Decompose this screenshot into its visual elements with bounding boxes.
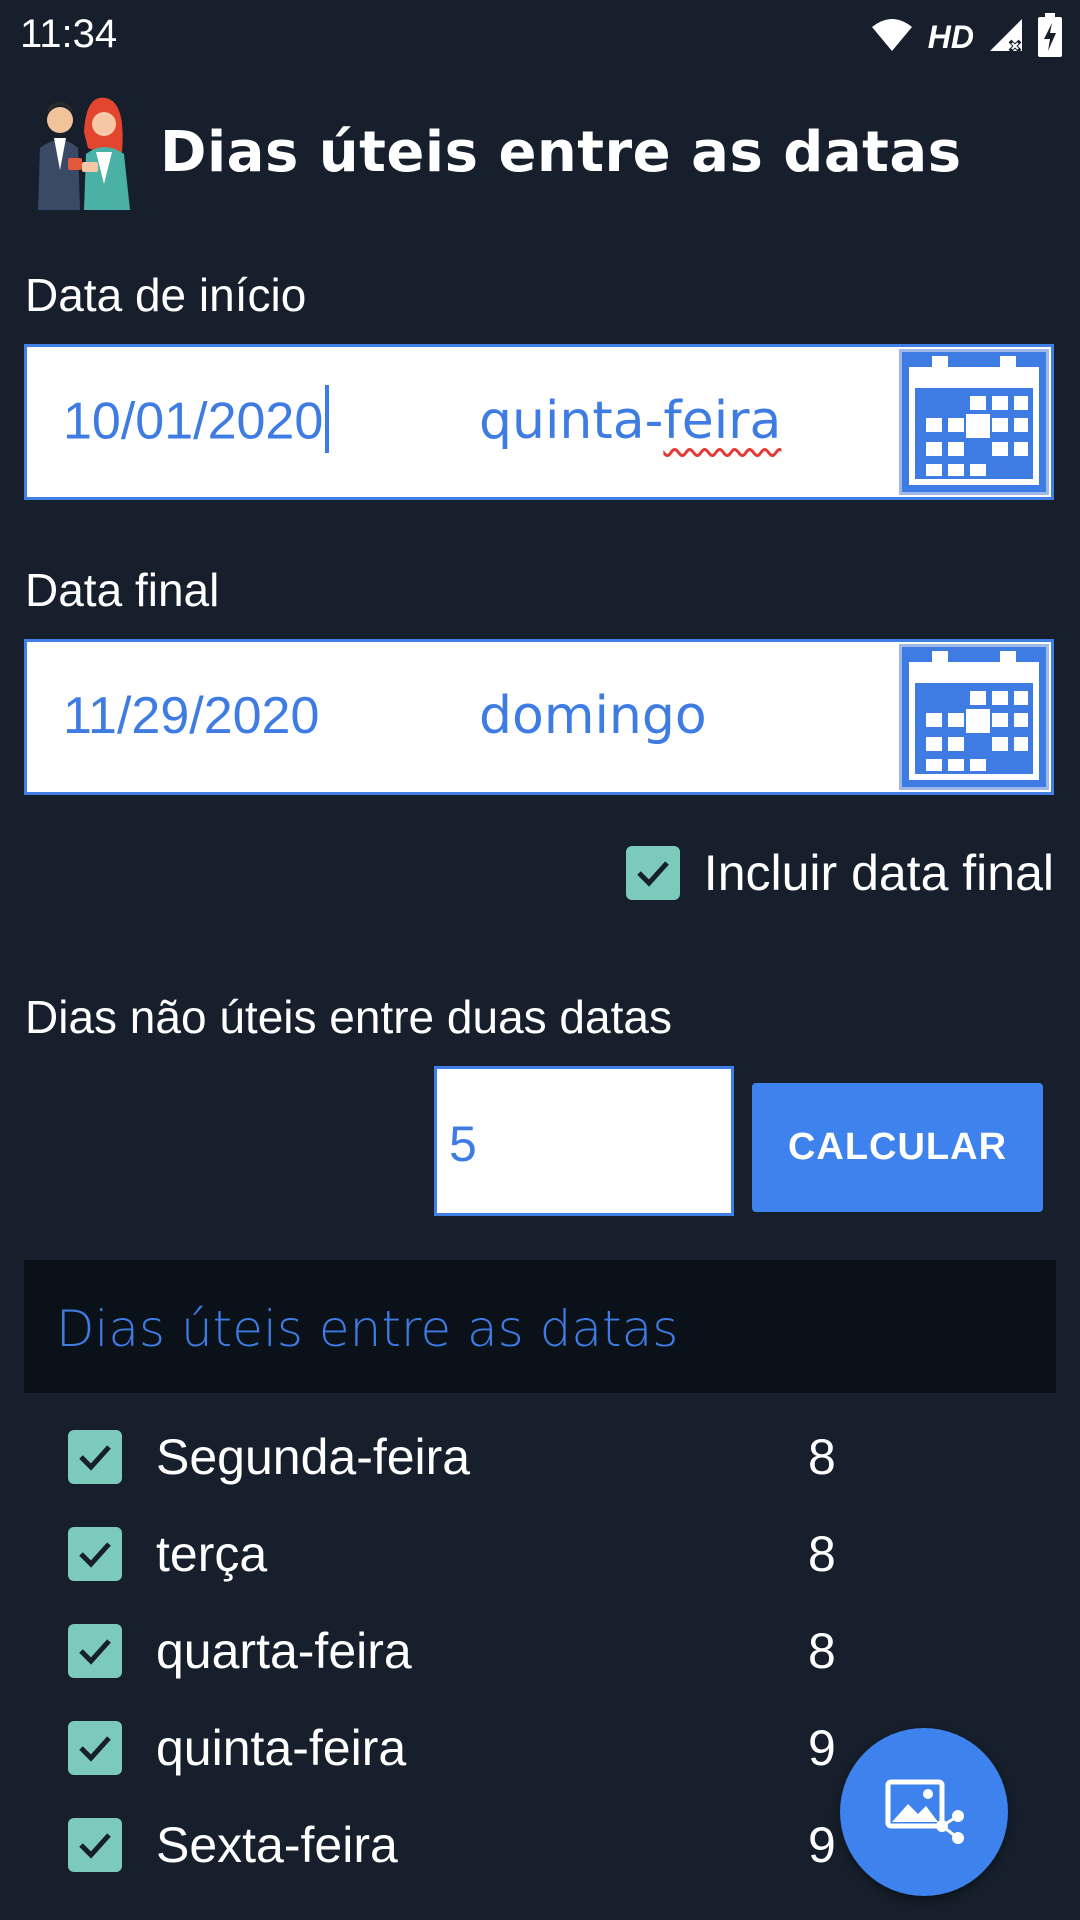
start-date-label: Data de início (25, 269, 307, 321)
status-icons: HD (870, 13, 1062, 61)
share-image-icon (884, 1776, 964, 1848)
checkbox[interactable] (68, 1624, 122, 1678)
wifi-icon (870, 17, 914, 57)
end-date-weekday: domingo (479, 686, 707, 746)
day-name: Sexta-feira (156, 1817, 398, 1873)
day-name: quarta-feira (156, 1623, 412, 1679)
app-header: Dias úteis entre as datas (26, 92, 962, 212)
end-date-label: Data final (25, 564, 220, 616)
start-date-field[interactable]: 10/01/2020 quinta-feira (24, 344, 1054, 500)
results-header: Dias úteis entre as datas (24, 1260, 1056, 1393)
start-weekday-part1: quinta- (479, 391, 664, 451)
people-logo-icon (26, 92, 138, 212)
end-date-value[interactable]: 11/29/2020 (63, 686, 319, 746)
calendar-icon (902, 356, 1046, 496)
start-date-weekday: quinta-feira (479, 391, 781, 451)
include-end-date-label: Incluir data final (703, 845, 1054, 901)
non-working-days-label: Dias não úteis entre duas datas (25, 991, 672, 1043)
list-item[interactable]: Segunda-feira 8 (68, 1417, 968, 1497)
check-icon (79, 1542, 111, 1568)
check-icon (79, 1833, 111, 1859)
app-title: Dias úteis entre as datas (160, 119, 962, 185)
signal-icon (988, 17, 1024, 57)
check-icon (79, 1736, 111, 1762)
day-name: quinta-feira (156, 1720, 407, 1776)
include-end-date-checkbox[interactable]: Incluir data final (625, 844, 1054, 902)
status-bar: 11:34 HD (0, 0, 1080, 74)
text-caret (325, 385, 330, 453)
battery-charging-icon (1038, 13, 1062, 61)
checkbox[interactable] (68, 1430, 122, 1484)
day-count: 8 (808, 1429, 836, 1485)
checkbox[interactable] (68, 1818, 122, 1872)
list-item[interactable]: quarta-feira 8 (68, 1611, 968, 1691)
day-count: 8 (808, 1623, 836, 1679)
end-date-calendar-button[interactable] (899, 644, 1049, 790)
status-time: 11:34 (20, 12, 118, 56)
network-type-label: HD (927, 18, 974, 55)
end-date-field[interactable]: 11/29/2020 domingo (24, 639, 1054, 795)
start-date-value[interactable]: 10/01/2020 (63, 385, 330, 459)
check-icon (79, 1445, 111, 1471)
day-count: 8 (808, 1526, 836, 1582)
list-item[interactable]: Sexta-feira 9 (68, 1805, 968, 1885)
day-count: 9 (808, 1720, 836, 1776)
share-image-button[interactable] (840, 1728, 1008, 1896)
list-item[interactable]: terça 8 (68, 1514, 968, 1594)
calculate-button[interactable]: CALCULAR (752, 1083, 1043, 1212)
checkbox[interactable] (625, 846, 680, 900)
day-name: terça (156, 1526, 268, 1582)
day-count: 9 (808, 1817, 836, 1873)
checkbox[interactable] (68, 1527, 122, 1581)
day-name: Segunda-feira (156, 1429, 471, 1485)
start-date-text: 10/01/2020 (63, 392, 324, 451)
list-item[interactable]: quinta-feira 9 (68, 1708, 968, 1788)
non-working-days-input[interactable]: 5 (434, 1066, 734, 1216)
check-icon (79, 1639, 111, 1665)
check-icon (637, 861, 669, 887)
calendar-icon (902, 651, 1046, 791)
app-screen: 11:34 HD Dias úteis entre as datas Data … (0, 0, 1080, 1920)
start-date-calendar-button[interactable] (899, 349, 1049, 495)
checkbox[interactable] (68, 1721, 122, 1775)
results-title: Dias úteis entre as datas (56, 1300, 679, 1358)
start-weekday-part2: feira (663, 391, 782, 451)
